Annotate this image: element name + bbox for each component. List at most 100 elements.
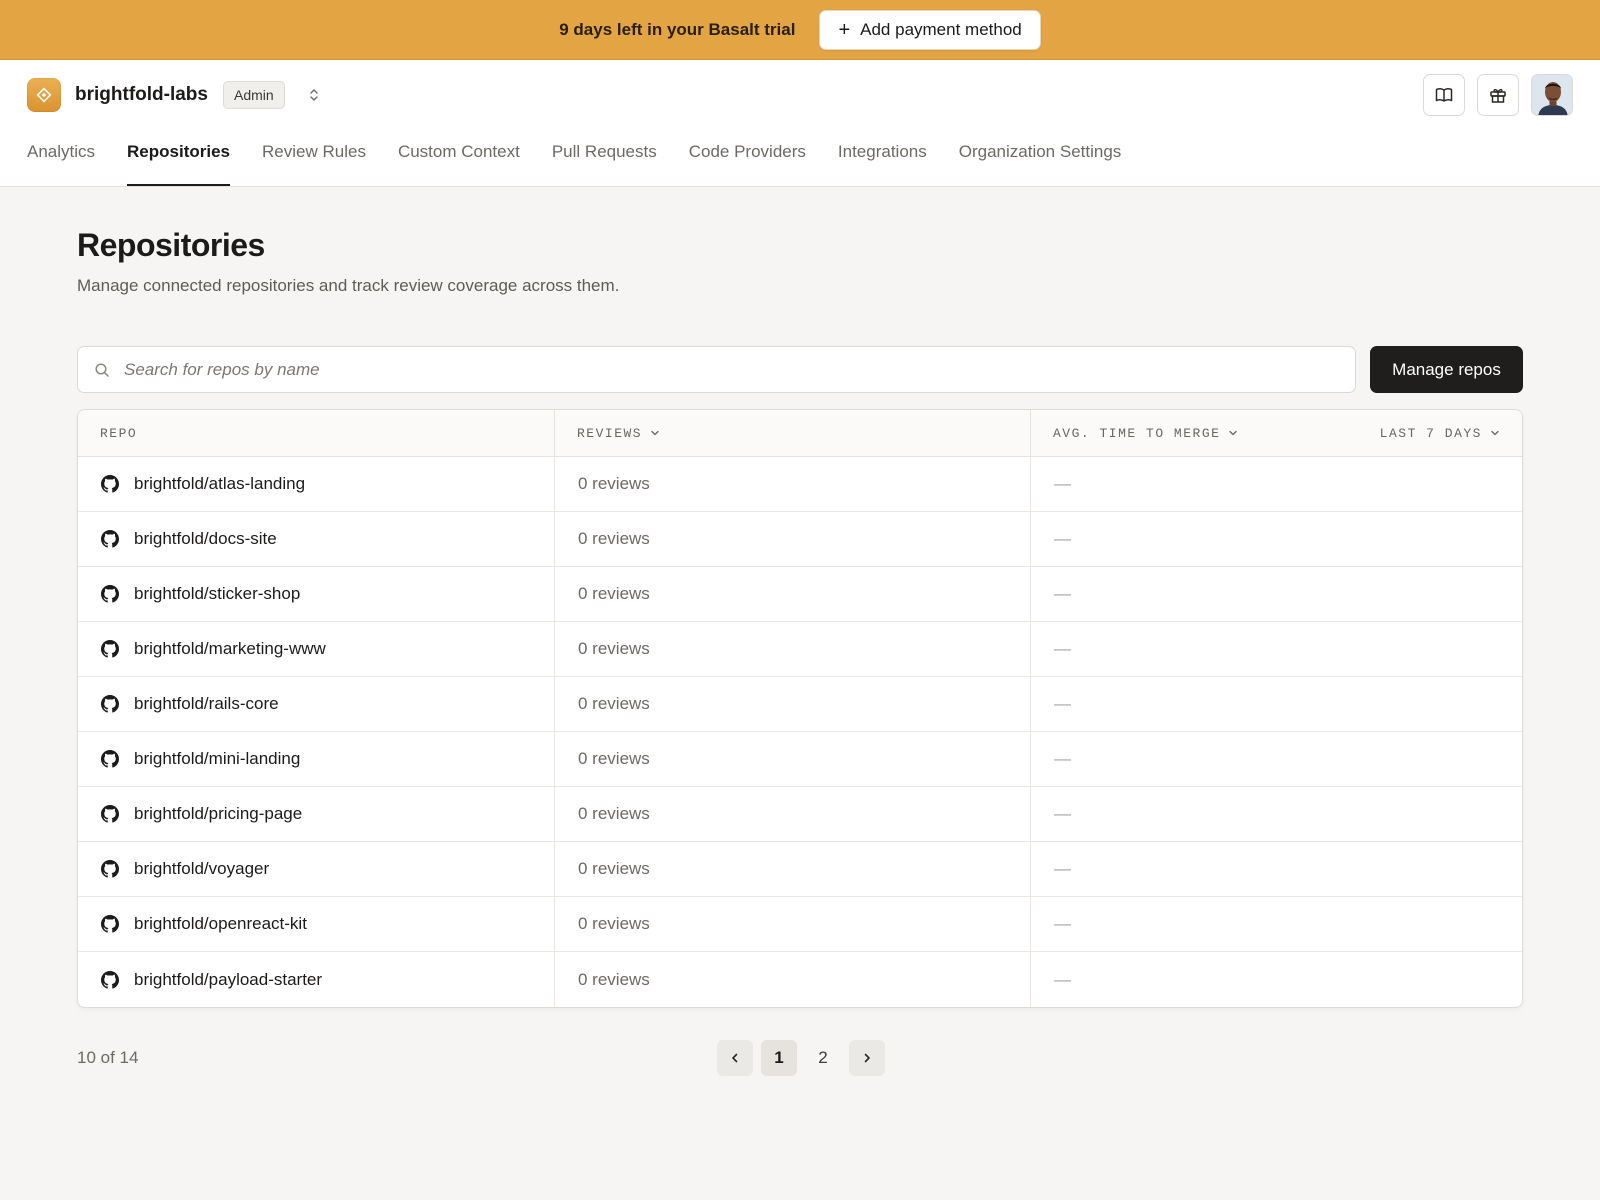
search-input[interactable] <box>124 359 1339 380</box>
reviews-cell: 0 reviews <box>554 457 1030 511</box>
repo-name[interactable]: brightfold/atlas-landing <box>134 474 305 494</box>
table-row[interactable]: brightfold/atlas-landing 0 reviews — <box>78 457 1522 512</box>
time-range-label: LAST 7 DAYS <box>1379 425 1482 441</box>
main-nav: Analytics Repositories Review Rules Custom … <box>0 130 1600 186</box>
github-icon <box>101 695 119 713</box>
avg-time-cell: — <box>1030 952 1522 1007</box>
github-icon <box>101 860 119 878</box>
github-icon <box>101 970 119 989</box>
manage-repos-button[interactable]: Manage repos <box>1370 346 1523 393</box>
search-box[interactable] <box>77 346 1356 393</box>
repo-cell[interactable]: brightfold/marketing-www <box>78 622 554 676</box>
tab-code-providers[interactable]: Code Providers <box>689 130 806 186</box>
table-body: brightfold/atlas-landing 0 reviews — bright… <box>78 457 1522 1007</box>
table-row[interactable]: brightfold/openreact-kit 0 reviews — <box>78 897 1522 952</box>
column-header-reviews-label: REVIEWS <box>577 425 643 441</box>
repo-cell[interactable]: brightfold/mini-landing <box>78 732 554 786</box>
repo-name[interactable]: brightfold/mini-landing <box>134 749 300 769</box>
chevron-down-icon <box>650 428 660 438</box>
user-avatar-icon <box>1532 75 1572 115</box>
gifts-button[interactable] <box>1477 74 1519 116</box>
table-row[interactable]: brightfold/sticker-shop 0 reviews — <box>78 567 1522 622</box>
repo-name[interactable]: brightfold/sticker-shop <box>134 584 300 604</box>
table-header: REPO REVIEWS AVG. TIME TO MERGE LAST 7 D… <box>78 410 1522 457</box>
tab-analytics[interactable]: Analytics <box>27 130 95 186</box>
avg-time-cell: — <box>1030 732 1522 786</box>
page-button-1[interactable]: 1 <box>761 1040 797 1076</box>
github-icon <box>101 750 119 768</box>
results-count: 10 of 14 <box>77 1048 139 1067</box>
reviews-cell: 0 reviews <box>554 732 1030 786</box>
prev-page-button[interactable] <box>717 1040 753 1076</box>
table-row[interactable]: brightfold/marketing-www 0 reviews — <box>78 622 1522 677</box>
github-icon <box>101 475 119 493</box>
table-row[interactable]: brightfold/payload-starter 0 reviews — <box>78 952 1522 1007</box>
reviews-cell: 0 reviews <box>554 952 1030 1007</box>
github-icon <box>101 640 119 658</box>
chevron-down-icon <box>1228 428 1238 438</box>
column-header-reviews[interactable]: REVIEWS <box>554 410 1030 456</box>
app-header: brightfold-labs Admin Analytics Reposito… <box>0 60 1600 187</box>
page-subtitle: Manage connected repositories and track … <box>77 276 620 295</box>
trial-banner-text: 9 days left in your Basalt trial <box>559 19 796 39</box>
tab-pull-requests[interactable]: Pull Requests <box>552 130 657 186</box>
tab-integrations[interactable]: Integrations <box>838 130 927 186</box>
table-row[interactable]: brightfold/mini-landing 0 reviews — <box>78 732 1522 787</box>
table-row[interactable]: brightfold/pricing-page 0 reviews — <box>78 787 1522 842</box>
time-range-select[interactable]: LAST 7 DAYS <box>1380 426 1500 441</box>
docs-button[interactable] <box>1423 74 1465 116</box>
repo-cell[interactable]: brightfold/pricing-page <box>78 787 554 841</box>
avg-time-cell: — <box>1030 457 1522 511</box>
plus-icon: + <box>838 18 851 41</box>
avg-time-cell: — <box>1030 512 1522 566</box>
repo-name[interactable]: brightfold/openreact-kit <box>134 914 307 934</box>
repo-name[interactable]: brightfold/voyager <box>134 859 269 879</box>
page-title: Repositories <box>77 227 265 263</box>
github-icon <box>101 915 119 933</box>
avg-time-cell: — <box>1030 622 1522 676</box>
reviews-cell: 0 reviews <box>554 622 1030 676</box>
search-icon <box>95 362 109 377</box>
table-row[interactable]: brightfold/voyager 0 reviews — <box>78 842 1522 897</box>
org-name[interactable]: brightfold-labs <box>75 84 208 106</box>
column-header-avg-time-label: AVG. TIME TO MERGE <box>1053 425 1221 441</box>
org-logo <box>27 78 61 112</box>
repo-name[interactable]: brightfold/payload-starter <box>134 970 322 990</box>
diamond-logo-icon <box>36 87 52 103</box>
column-header-repo-label: REPO <box>100 425 138 441</box>
repo-name[interactable]: brightfold/rails-core <box>134 694 279 714</box>
repo-cell[interactable]: brightfold/atlas-landing <box>78 457 554 511</box>
tab-review-rules[interactable]: Review Rules <box>262 130 366 186</box>
next-page-button[interactable] <box>849 1040 885 1076</box>
page-button-2[interactable]: 2 <box>805 1040 841 1076</box>
tab-custom-context[interactable]: Custom Context <box>398 130 520 186</box>
column-header-repo: REPO <box>78 410 554 456</box>
repo-cell[interactable]: brightfold/rails-core <box>78 677 554 731</box>
github-icon <box>101 805 119 823</box>
reviews-cell: 0 reviews <box>554 512 1030 566</box>
repo-name[interactable]: brightfold/docs-site <box>134 529 277 549</box>
avg-time-sort[interactable]: AVG. TIME TO MERGE <box>1053 426 1238 441</box>
tab-organization-settings[interactable]: Organization Settings <box>959 130 1122 186</box>
avatar[interactable] <box>1531 74 1573 116</box>
repo-cell[interactable]: brightfold/sticker-shop <box>78 567 554 621</box>
trial-banner: 9 days left in your Basalt trial + Add p… <box>0 0 1600 60</box>
add-payment-method-button[interactable]: + Add payment method <box>819 9 1041 50</box>
repo-name[interactable]: brightfold/pricing-page <box>134 804 302 824</box>
repo-cell[interactable]: brightfold/docs-site <box>78 512 554 566</box>
repo-cell[interactable]: brightfold/openreact-kit <box>78 897 554 951</box>
github-icon <box>101 530 119 548</box>
repo-toolbar: Manage repos <box>77 346 1523 393</box>
repo-cell[interactable]: brightfold/payload-starter <box>78 952 554 1007</box>
org-switcher-chevrons-icon[interactable] <box>305 86 323 104</box>
repo-cell[interactable]: brightfold/voyager <box>78 842 554 896</box>
avg-time-cell: — <box>1030 787 1522 841</box>
column-header-avg-time: AVG. TIME TO MERGE LAST 7 DAYS <box>1030 410 1522 456</box>
table-row[interactable]: brightfold/docs-site 0 reviews — <box>78 512 1522 567</box>
pagination: 1 2 <box>717 1040 885 1076</box>
repo-name[interactable]: brightfold/marketing-www <box>134 639 326 659</box>
main-content: Repositories Manage connected repositori… <box>0 187 1600 1076</box>
reviews-cell: 0 reviews <box>554 567 1030 621</box>
tab-repositories[interactable]: Repositories <box>127 130 231 186</box>
table-row[interactable]: brightfold/rails-core 0 reviews — <box>78 677 1522 732</box>
